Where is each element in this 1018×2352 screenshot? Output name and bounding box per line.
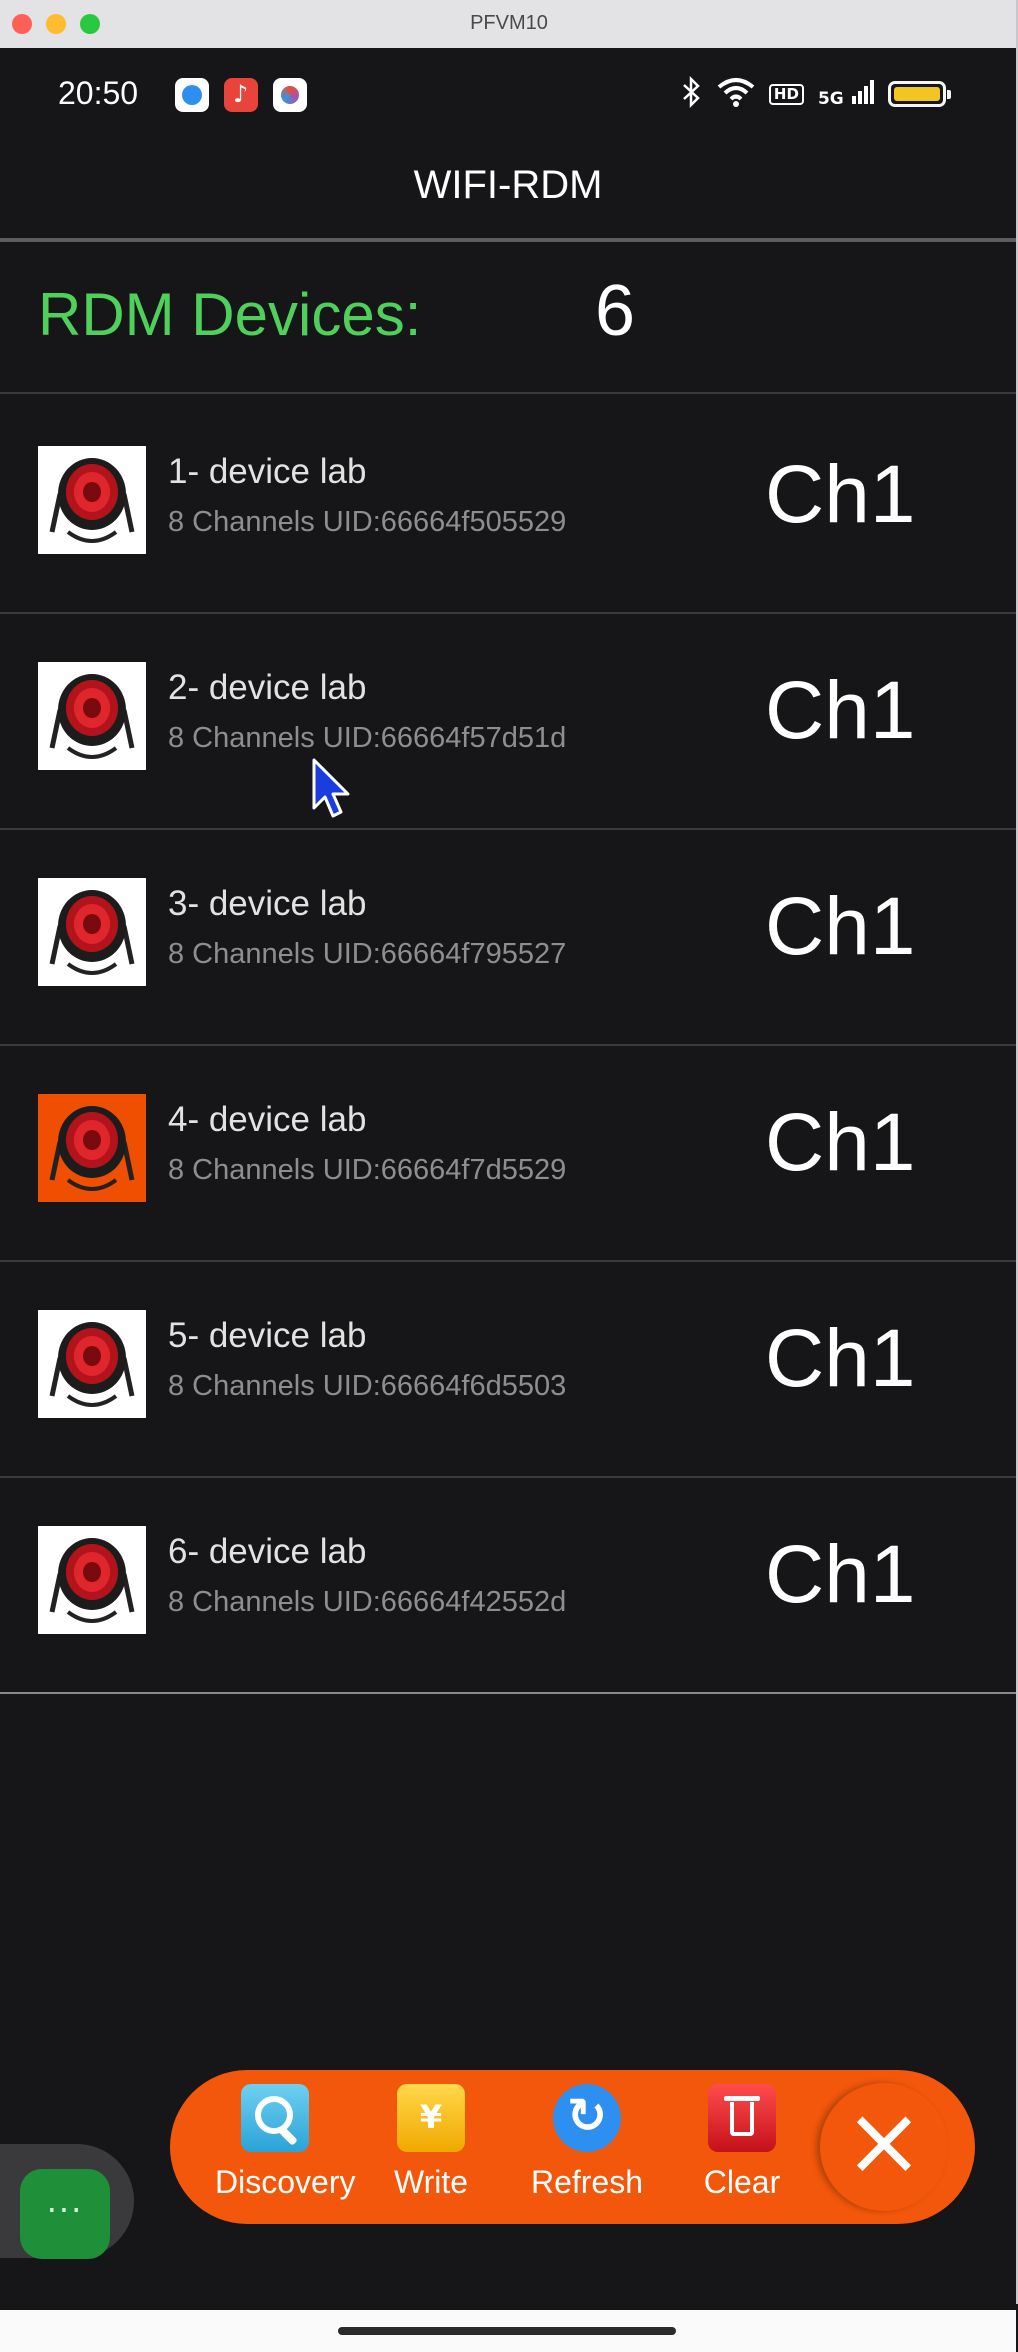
- par-light-icon: [38, 1310, 146, 1418]
- window-title: PFVM10: [470, 12, 548, 34]
- money-bag-icon: [397, 2084, 465, 2152]
- device-name: 3- device lab: [168, 884, 367, 923]
- device-row[interactable]: 5- device lab 8 Channels UID:66664f6d5503…: [0, 1260, 1016, 1478]
- wifi-icon: [717, 77, 755, 112]
- home-indicator[interactable]: [338, 2327, 676, 2335]
- close-icon: ×: [843, 2085, 925, 2197]
- device-name: 6- device lab: [168, 1532, 367, 1571]
- device-info: 8 Channels UID:66664f795527: [168, 938, 567, 970]
- window-titlebar: PFVM10: [0, 0, 1018, 49]
- status-bar: 20:50 HD 5G: [0, 48, 1016, 143]
- device-name: 2- device lab: [168, 668, 367, 707]
- refresh-icon: [553, 2084, 621, 2152]
- hd-icon: HD: [768, 83, 804, 105]
- par-light-icon: [38, 878, 146, 986]
- device-info: 8 Channels UID:66664f6d5503: [168, 1370, 567, 1402]
- music-icon: [224, 78, 258, 112]
- 5g-signal-icon: 5G: [817, 79, 874, 109]
- trash-icon: [708, 2084, 776, 2152]
- device-info: 8 Channels UID:66664f505529: [168, 506, 567, 538]
- app-title: WIFI-RDM: [413, 163, 603, 207]
- photos-icon: [273, 78, 307, 112]
- par-light-icon: [38, 1094, 146, 1202]
- device-name: 4- device lab: [168, 1100, 367, 1139]
- mouse-pointer-icon: [312, 758, 350, 818]
- status-time: 20:50: [58, 75, 139, 111]
- clear-button[interactable]: Clear: [682, 2084, 802, 2214]
- device-info: 8 Channels UID:66664f7d5529: [168, 1154, 567, 1186]
- bluetooth-icon: [681, 75, 703, 113]
- device-name: 5- device lab: [168, 1316, 367, 1355]
- device-info: 8 Channels UID:66664f57d51d: [168, 722, 567, 754]
- battery-icon: [888, 81, 951, 107]
- refresh-label: Refresh: [530, 2164, 644, 2200]
- par-light-icon: [38, 662, 146, 770]
- device-row[interactable]: 4- device lab 8 Channels UID:66664f7d5529…: [0, 1044, 1016, 1262]
- device-row[interactable]: 3- device lab 8 Channels UID:66664f795527…: [0, 828, 1016, 1046]
- more-apps-icon[interactable]: ···: [20, 2169, 110, 2259]
- rdm-devices-label: RDM Devices:: [38, 281, 422, 348]
- discovery-button[interactable]: Discovery: [215, 2084, 356, 2214]
- clear-label: Clear: [703, 2164, 781, 2200]
- close-toolbar-button[interactable]: ×: [820, 2083, 948, 2211]
- system-icons: HD 5G: [681, 74, 951, 114]
- refresh-button[interactable]: Refresh: [527, 2084, 647, 2214]
- device-channel: Ch1: [765, 665, 916, 756]
- par-light-icon: [38, 1526, 146, 1634]
- browser-icon: [175, 78, 209, 112]
- discovery-label: Discovery: [215, 2164, 356, 2200]
- device-info: 8 Channels UID:66664f42552d: [168, 1586, 567, 1618]
- device-row[interactable]: 6- device lab 8 Channels UID:66664f42552d…: [0, 1476, 1016, 1694]
- device-channel: Ch1: [765, 1529, 916, 1620]
- device-channel: Ch1: [765, 449, 916, 540]
- device-row[interactable]: 1- device lab 8 Channels UID:66664f505529…: [0, 396, 1016, 614]
- device-channel: Ch1: [765, 1097, 916, 1188]
- write-label: Write: [393, 2164, 469, 2200]
- device-channel: Ch1: [765, 1313, 916, 1404]
- network-type-label: 5G: [817, 88, 844, 109]
- magnifier-icon: [241, 2084, 309, 2152]
- rdm-devices-count: 6: [595, 271, 636, 351]
- phone-screen: 20:50 HD 5G WIFI-RDM RDM Devices: 6 1- d…: [0, 48, 1016, 2352]
- device-row[interactable]: 2- device lab 8 Channels UID:66664f57d51d…: [0, 612, 1016, 830]
- write-button[interactable]: Write: [371, 2084, 491, 2214]
- par-light-icon: [38, 446, 146, 554]
- device-channel: Ch1: [765, 881, 916, 972]
- device-name: 1- device lab: [168, 452, 367, 491]
